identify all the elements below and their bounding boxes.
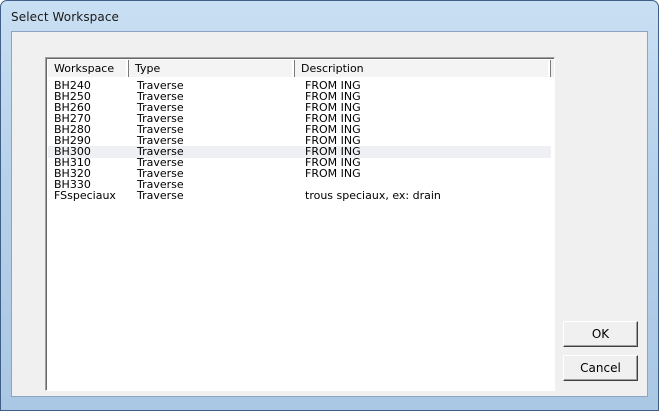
- ok-button[interactable]: OK: [563, 321, 638, 347]
- column-header-description[interactable]: Description: [295, 60, 551, 77]
- cell-type: Traverse: [137, 189, 184, 202]
- dialog-client-area: Workspace Type Description BH240 Travers…: [11, 31, 648, 397]
- select-workspace-dialog: Select Workspace Workspace Type Descript…: [0, 0, 659, 411]
- window-title: Select Workspace: [11, 10, 120, 24]
- title-bar[interactable]: Select Workspace: [1, 1, 658, 31]
- column-header-workspace[interactable]: Workspace: [48, 60, 129, 77]
- list-header: Workspace Type Description: [48, 60, 551, 77]
- cancel-button[interactable]: Cancel: [563, 355, 638, 381]
- workspace-list[interactable]: Workspace Type Description BH240 Travers…: [45, 57, 555, 391]
- list-header-end: [551, 60, 554, 77]
- cell-description: trous speciaux, ex: drain: [305, 189, 441, 202]
- column-header-type[interactable]: Type: [129, 60, 295, 77]
- cell-workspace: FSspeciaux: [54, 189, 116, 202]
- table-row[interactable]: FSspeciaux Traverse trous speciaux, ex: …: [48, 190, 551, 202]
